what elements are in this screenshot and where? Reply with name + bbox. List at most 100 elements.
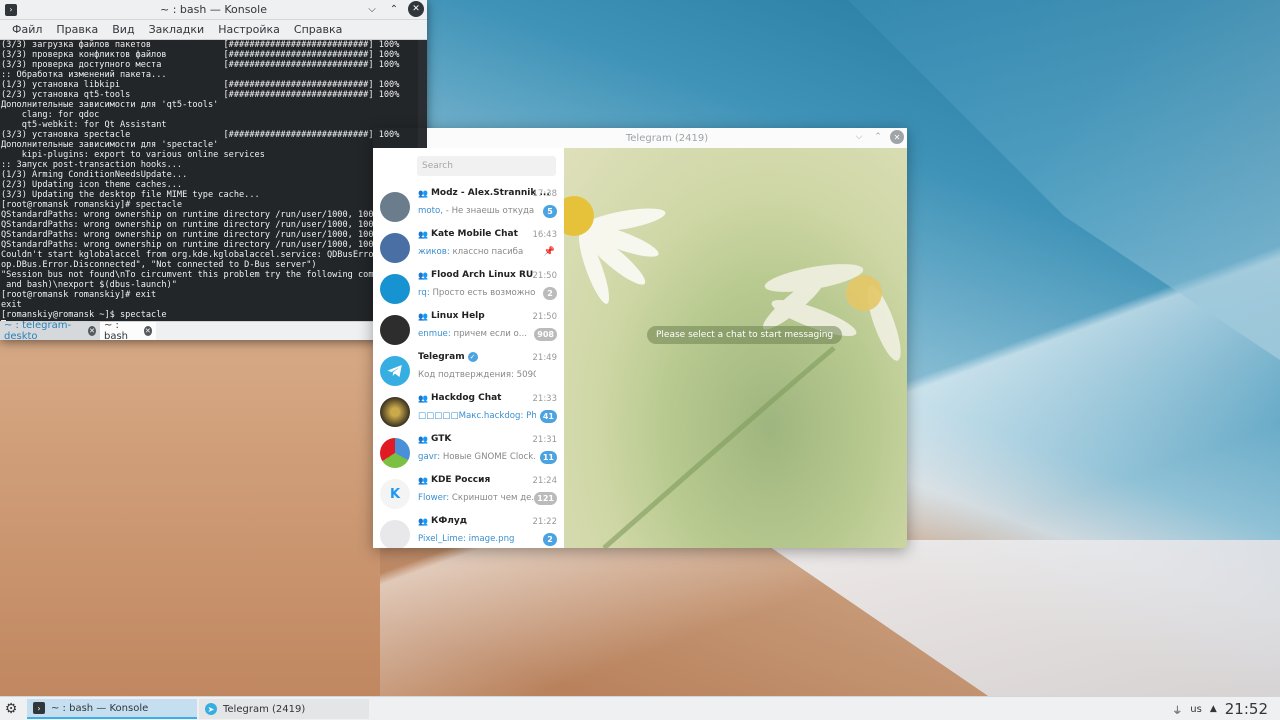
avatar [380,438,410,468]
chat-time: 21:50 [532,312,558,322]
menu-settings[interactable]: Настройка [211,23,287,36]
chat-name: Linux Help [430,311,485,321]
konsole-titlebar[interactable]: › ~ : bash — Konsole ⌵ ⌃ ✕ [0,0,427,20]
menu-file[interactable]: Файл [5,23,49,36]
chat-name: KDE Россия [430,475,491,485]
keyboard-layout-indicator[interactable]: us [1190,704,1202,715]
terminal-line: Дополнительные зависимости для 'qt5-tool… [1,100,219,110]
system-tray: ⏚ us ▲ 21:52 [1172,697,1280,720]
chat-preview: жиков: классно пасиба [418,247,536,257]
pin-icon: 📌 [543,247,555,257]
terminal-line: (2/3) Updating icon theme caches... [1,180,183,190]
chat-row[interactable]: 👥 КФлуд 21:22 Pixel_Lime: image.png 2 [373,514,564,548]
menu-view[interactable]: Вид [105,23,141,36]
chat-preview: gavr: Новые GNOME Clock... [418,452,536,462]
telegram-icon: ➤ [205,703,217,715]
terminal-icon: › [33,702,45,714]
chat-time: 21:24 [532,476,558,486]
chat-name: Flood Arch Linux RU [430,270,534,280]
chat-row[interactable]: 👥 Hackdog Chat 21:33 □□□□□Макс.hackdog: P… [373,391,564,432]
menu-bookmarks[interactable]: Закладки [142,23,212,36]
telegram-window[interactable]: Telegram (2419) ⌵ ⌃ ✕ Search 👥 Modz - Ale… [373,128,907,548]
clock[interactable]: 21:52 [1225,700,1268,718]
unread-badge: 121 [534,492,557,505]
task-label: ~ : bash — Konsole [51,702,149,714]
menu-edit[interactable]: Правка [49,23,105,36]
telegram-titlebar[interactable]: Telegram (2419) ⌵ ⌃ ✕ [427,128,907,148]
chevron-up-icon: ⌃ [389,3,399,15]
tray-expand-icon[interactable]: ▲ [1210,704,1217,714]
launcher-icon: ⚙ [4,700,18,717]
telegram-logo-icon [380,356,410,386]
chat-message: классно пасиба [449,247,524,257]
terminal-line: (3/3) проверка доступного места [#######… [1,60,400,70]
select-chat-hint: Please select a chat to start messaging [647,326,843,344]
chat-sender: moto, [418,206,443,216]
task-telegram[interactable]: ➤ Telegram (2419) [199,699,369,719]
close-icon[interactable]: ✕ [143,326,152,336]
tab-bash[interactable]: ~ : bash ✕ [100,320,156,342]
chat-message: Просто есть возможно... [429,288,536,298]
chat-row[interactable]: 👥 Linux Help 21:50 enmue: причем если о..… [373,309,564,350]
chat-row[interactable]: Telegram✓ 21:49 Код подтверждения: 50903… [373,350,564,391]
maximize-button[interactable]: ⌃ [871,130,885,144]
close-icon[interactable]: ✕ [88,326,96,336]
chat-time: 21:50 [532,271,558,281]
terminal-line: exit [1,300,22,310]
terminal-line: clang: for qdoc [1,110,100,120]
chat-preview: rq: Просто есть возможно... [418,288,536,298]
chat-name: Telegram [418,352,465,362]
verified-icon: ✓ [467,352,478,362]
tab-label: ~ : telegram-deskto [4,320,72,342]
chat-time: 17:38 [532,189,558,199]
close-icon: ✕ [893,132,901,142]
unread-badge: 11 [539,451,557,464]
minimize-button[interactable]: ⌵ [852,130,866,144]
usb-device-icon[interactable]: ⏚ [1172,702,1182,717]
close-button[interactable]: ✕ [408,1,424,17]
chamomile-wallpaper [564,196,901,548]
chat-message: - Не знаешь откуда ... [443,206,536,216]
close-button[interactable]: ✕ [890,130,904,144]
konsole-window[interactable]: › ~ : bash — Konsole ⌵ ⌃ ✕ Файл Правка В… [0,0,427,342]
terminal-line: qt5-webkit: for Qt Assistant [1,120,167,130]
avatar [380,397,410,427]
terminal-line: :: Обработка изменений пакета... [1,70,167,80]
terminal-line: [romanskiy@romansk ~]$ spectacle [1,310,167,320]
terminal-line: kipi-plugins: export to various online s… [1,150,265,160]
chat-name: Hackdog Chat [430,393,502,403]
unread-badge: 41 [539,410,557,423]
maximize-button[interactable]: ⌃ [386,1,402,17]
chat-time: 21:22 [532,517,558,527]
task-konsole[interactable]: › ~ : bash — Konsole [27,699,197,719]
terminal-line: [root@romansk romanskiy]# exit [1,290,157,300]
group-icon: 👥 [418,270,428,280]
terminal-line: and bash)\nexport $(dbus-launch)" [1,280,177,290]
unread-badge: 2 [543,533,557,546]
group-icon: 👥 [418,229,428,239]
search-input[interactable]: Search [417,156,556,176]
terminal-line: QStandardPaths: wrong ownership on runti… [1,220,418,230]
konsole-title: ~ : bash — Konsole [160,3,267,16]
terminal-line: (3/3) проверка конфликтов файлов [######… [1,50,400,60]
chat-row[interactable]: K 👥 KDE Россия 21:24 Flower: Скриншот чем… [373,473,564,514]
chat-list[interactable]: Search 👥 Modz - Alex.Strannik ... 17:38 m… [373,148,564,548]
chat-sender: жиков: [418,247,450,257]
chat-row[interactable]: 👥 Modz - Alex.Strannik ... 17:38 moto, - … [373,186,564,227]
terminal-line: QStandardPaths: wrong ownership on runti… [1,240,418,250]
app-launcher-button[interactable]: ⚙ [0,698,22,720]
chat-row[interactable]: 👥 GTK 21:31 gavr: Новые GNOME Clock... 11 [373,432,564,473]
chat-row[interactable]: 👥 Flood Arch Linux RU 21:50 rq: Просто ес… [373,268,564,309]
terminal-output[interactable]: (3/3) загрузка файлов пакетов [#########… [0,40,418,321]
minimize-button[interactable]: ⌵ [364,1,380,17]
chat-name: КФлуд [430,516,467,526]
chat-preview: Код подтверждения: 50903. Ни... [418,370,536,380]
tab-telegram-desktop[interactable]: ~ : telegram-deskto ✕ [0,320,100,342]
chevron-down-icon: ⌵ [368,3,376,15]
terminal-line: :: Запуск post-transaction hooks... [1,160,183,170]
group-icon: 👥 [418,434,428,444]
chat-message: Новые GNOME Clock... [440,452,536,462]
terminal-line: (3/3) установка spectacle [#############… [1,130,400,140]
menu-help[interactable]: Справка [287,23,349,36]
chat-row[interactable]: 👥 Kate Mobile Chat 16:43 жиков: классно п… [373,227,564,268]
